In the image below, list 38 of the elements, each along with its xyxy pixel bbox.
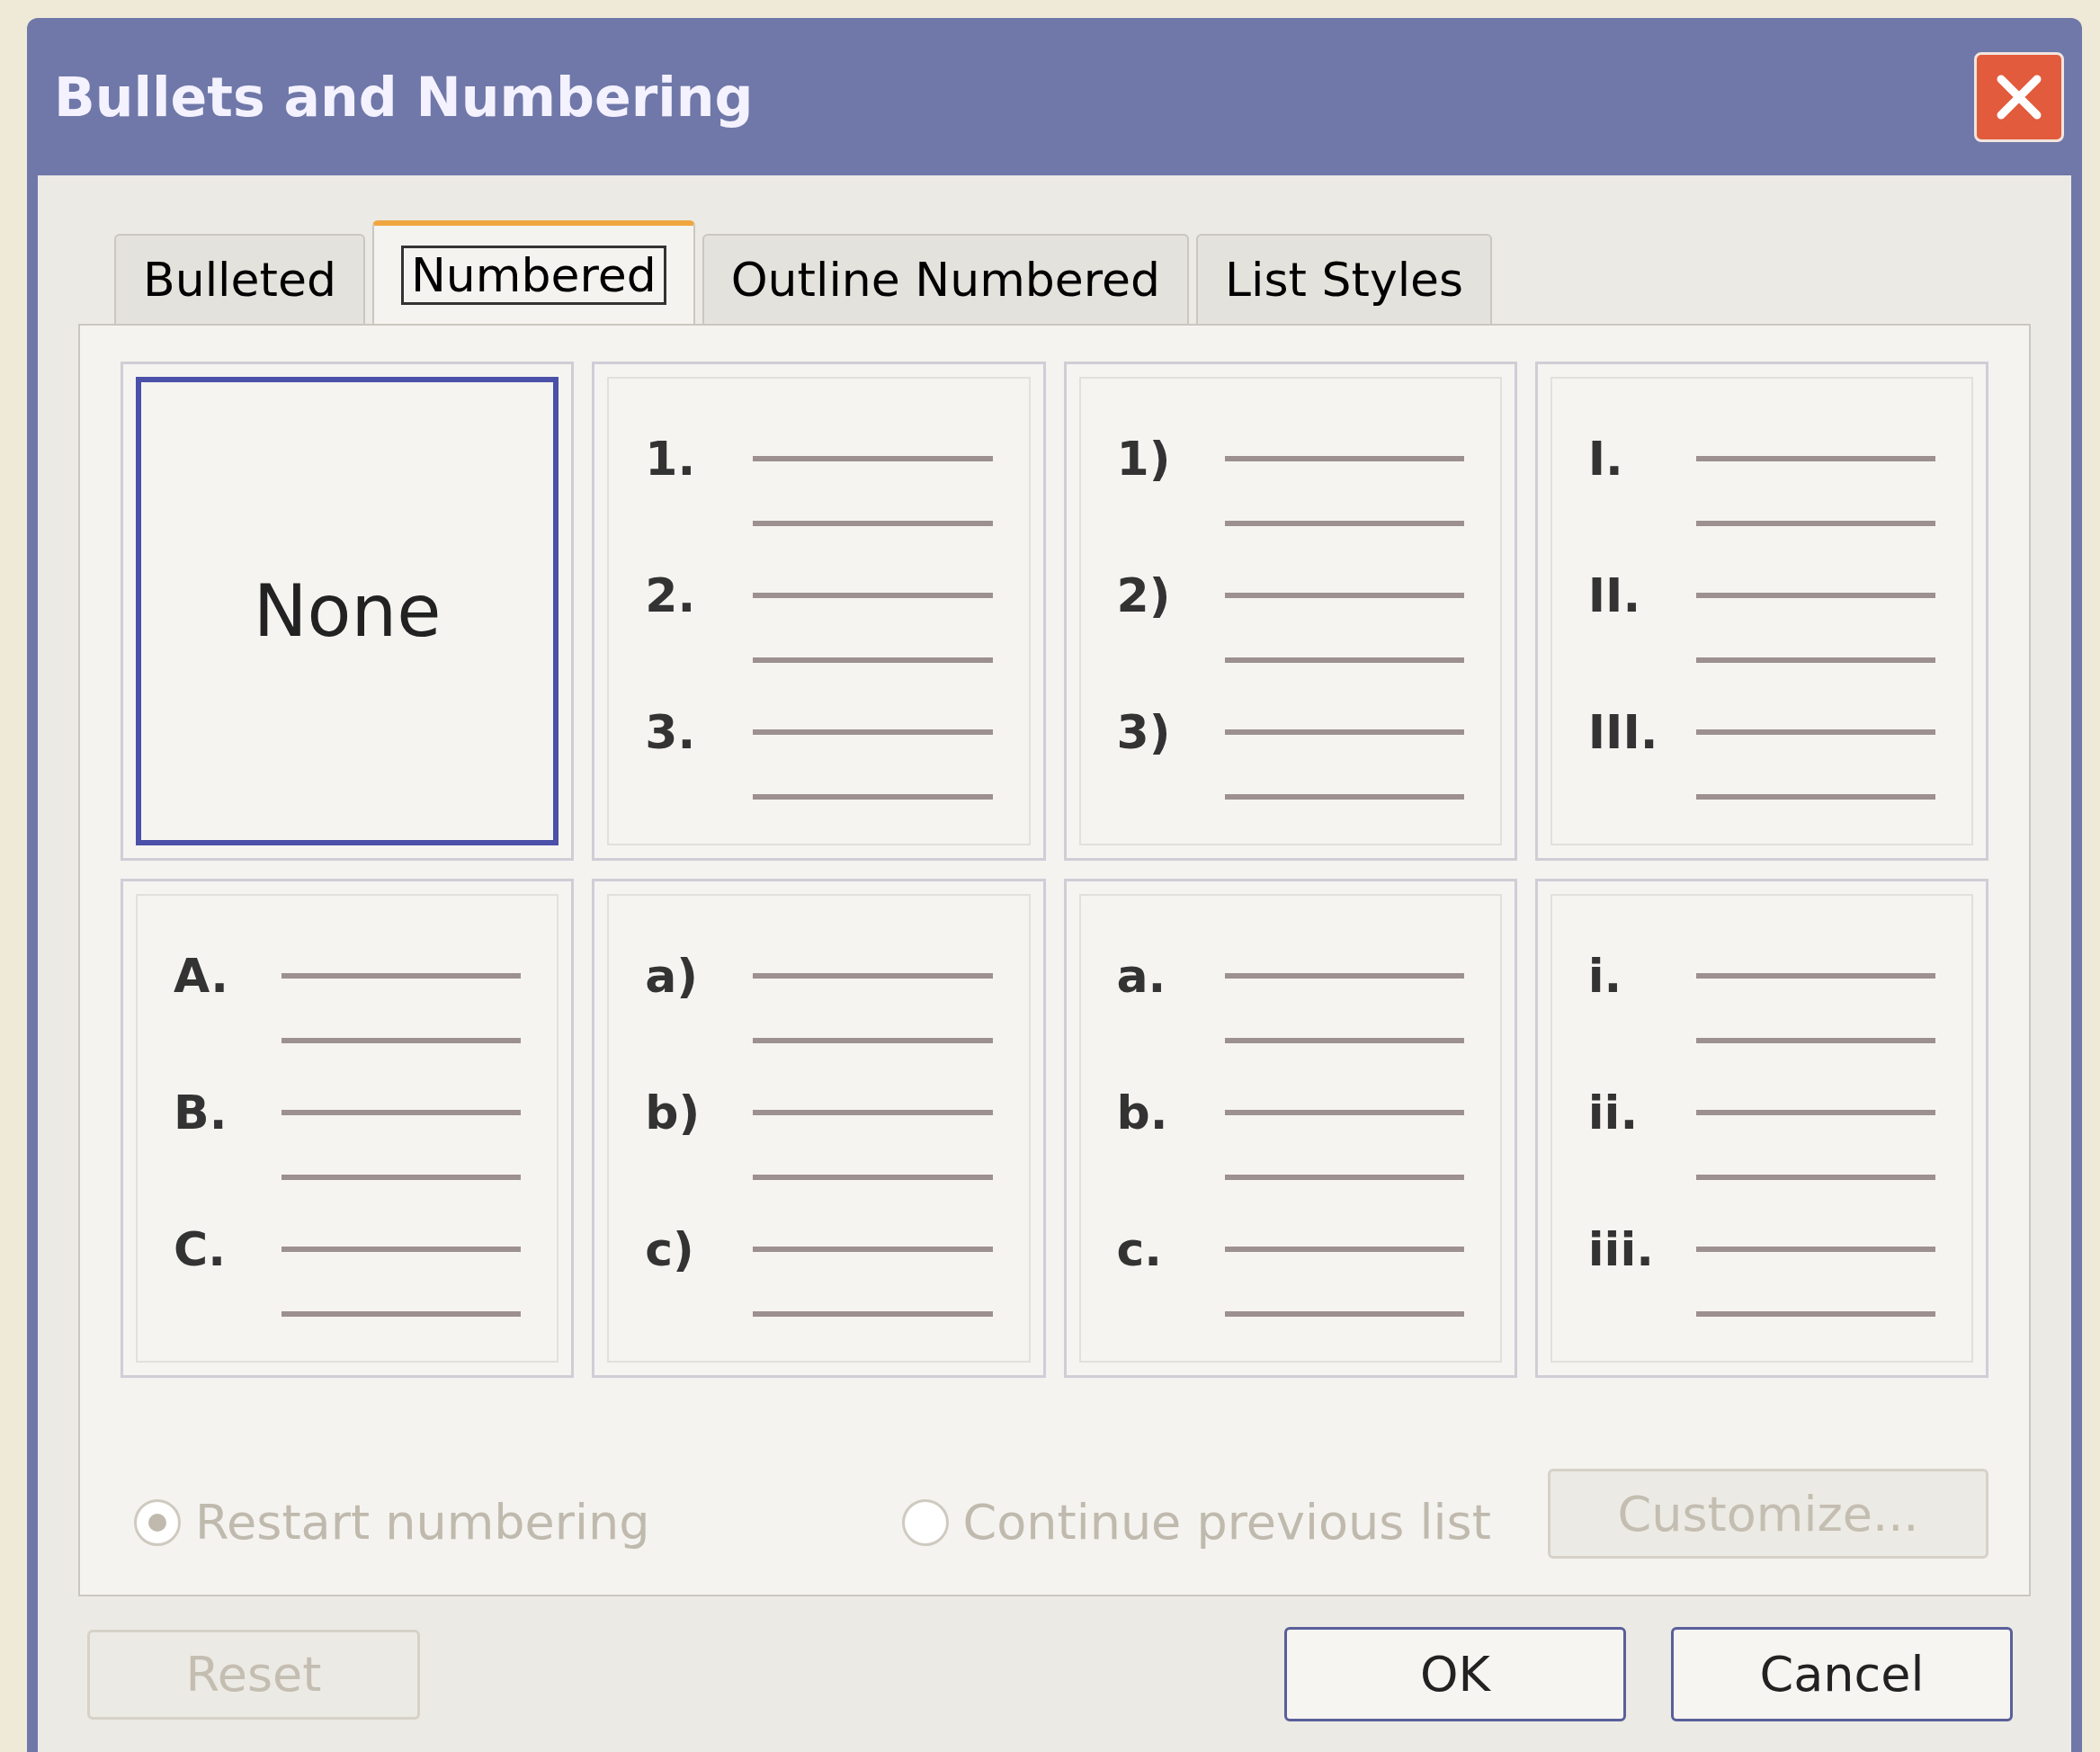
list-marker: 2.	[645, 567, 697, 624]
cancel-button[interactable]: Cancel	[1671, 1627, 2013, 1721]
numbering-style-option[interactable]: 1) 2) 3)	[1063, 362, 1517, 861]
list-marker: 1.	[645, 430, 697, 487]
numbering-style-option[interactable]: None	[121, 362, 575, 861]
list-marker: 3)	[1116, 703, 1172, 761]
list-marker: I.	[1587, 430, 1624, 487]
tab[interactable]: List Styles	[1196, 234, 1493, 324]
numbering-style-option[interactable]: I. II. III.	[1534, 362, 1988, 861]
list-marker: iii.	[1587, 1220, 1655, 1278]
ok-button[interactable]: OK	[1284, 1627, 1626, 1721]
numbering-style-option[interactable]: 1. 2. 3.	[592, 362, 1046, 861]
list-marker: ii.	[1587, 1084, 1640, 1141]
list-marker: A.	[174, 947, 229, 1005]
list-marker: B.	[174, 1084, 228, 1141]
none-label: None	[253, 568, 442, 655]
list-marker: III.	[1587, 703, 1659, 761]
list-marker: II.	[1587, 567, 1642, 624]
window-title: Bullets and Numbering	[54, 64, 754, 130]
numbering-style-option[interactable]: a) b) c)	[592, 879, 1046, 1378]
list-marker: 2)	[1116, 567, 1172, 624]
list-marker: 1)	[1116, 430, 1172, 487]
list-marker: c.	[1116, 1220, 1164, 1278]
tab[interactable]: Outline Numbered	[701, 234, 1190, 324]
list-marker: b.	[1116, 1084, 1169, 1141]
list-marker: b)	[645, 1084, 701, 1141]
list-marker: c)	[645, 1220, 695, 1278]
list-marker: a.	[1116, 947, 1167, 1005]
list-marker: 3.	[645, 703, 697, 761]
list-marker: a)	[645, 947, 700, 1005]
tab[interactable]: Bulleted	[114, 234, 365, 324]
list-marker: C.	[174, 1220, 227, 1278]
list-marker: i.	[1587, 947, 1623, 1005]
close-button[interactable]	[1974, 51, 2064, 142]
numbering-style-option[interactable]: i. ii. iii.	[1534, 879, 1988, 1378]
numbering-style-option[interactable]: A. B. C.	[121, 879, 575, 1378]
tab[interactable]: Numbered	[371, 220, 695, 324]
numbering-style-option[interactable]: a. b. c.	[1063, 879, 1517, 1378]
